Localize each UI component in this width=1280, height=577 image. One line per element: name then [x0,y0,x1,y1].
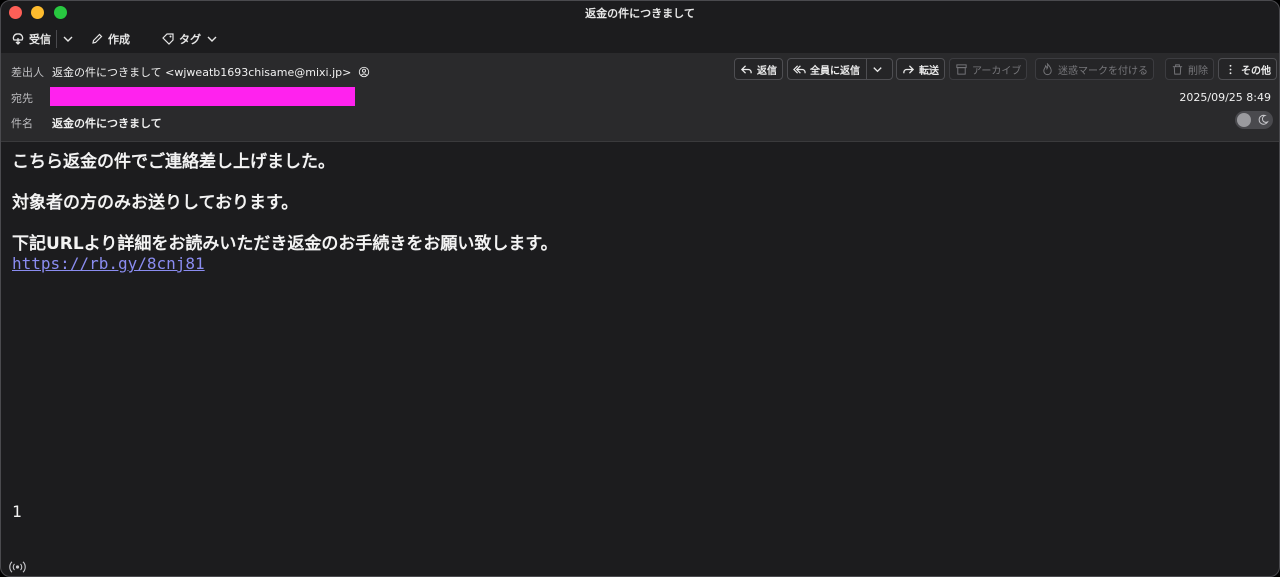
subject-label: 件名 [11,117,33,130]
activity-icon[interactable] [9,559,26,575]
toolbar-divider [56,30,57,48]
reply-all-label: 全員に返信 [810,65,860,77]
archive-label: アーカイブ [972,65,1022,77]
from-value[interactable]: 返金の件につきまして <wjweatb1693chisame@mixi.jp> [52,64,370,80]
tag-button[interactable]: タグ [161,28,219,50]
forward-button[interactable]: 転送 [896,58,945,80]
sender-address[interactable]: 返金の件につきまして <wjweatb1693chisame@mixi.jp> [52,66,351,79]
tag-label: タグ [179,33,201,46]
header-divider [1,141,1279,142]
chevron-down-icon[interactable] [871,63,884,76]
receive-button[interactable]: 受信 [11,28,51,50]
reply-all-divider [866,59,867,79]
compose-button[interactable]: 作成 [90,28,130,50]
compose-label: 作成 [108,33,130,46]
reply-icon [740,64,752,74]
body-line-3: 下記URLより詳細をお読みいただき返金のお手続きをお願い致します。 [12,234,558,254]
redacted-recipient [50,87,355,106]
window-title: 返金の件につきまして [585,7,695,20]
archive-icon [956,63,967,75]
body-line-1: こちら返金の件でご連絡差し上げました。 [12,152,335,172]
toolbar: 受信 作成 タグ [1,26,1279,52]
junk-label: 迷惑マークを付ける [1058,65,1148,77]
tag-icon [162,33,174,45]
message-body: こちら返金の件でご連絡差し上げました。 対象者の方のみお送りしております。 下記… [12,151,1259,273]
from-label: 差出人 [11,66,44,79]
reply-button[interactable]: 返信 [734,58,783,80]
receive-menu-button[interactable] [61,28,75,50]
archive-button[interactable]: アーカイブ [949,58,1028,80]
reply-all-icon [793,64,806,74]
moon-icon [1258,114,1269,125]
mail-window: 返金の件につきまして 受信 作成 タグ 差出人 返金の件につきまして <wjwe… [0,0,1280,577]
chevron-down-icon [207,36,217,42]
flame-icon [1043,62,1052,75]
forward-icon [903,64,915,74]
trash-icon [1172,63,1183,75]
receive-label: 受信 [29,33,51,46]
message-header: 差出人 返金の件につきまして <wjweatb1693chisame@mixi.… [1,53,1279,141]
dark-mode-toggle[interactable] [1235,111,1273,129]
reply-label: 返信 [757,65,777,77]
more-icon [1229,64,1232,74]
subject-value: 返金の件につきまして [52,117,162,130]
title-bar: 返金の件につきまして [1,1,1279,25]
footer-number: 1 [12,502,22,521]
to-label: 宛先 [11,92,33,105]
forward-label: 転送 [919,65,939,77]
message-date: 2025/09/25 8:49 [1179,91,1271,104]
body-line-2: 対象者の方のみお送りしております。 [12,193,299,213]
reply-all-button[interactable]: 全員に返信 [787,58,893,80]
toggle-knob [1237,113,1251,127]
body-link[interactable]: https://rb.gy/8cnj81 [12,255,1259,273]
receive-icon [12,33,24,45]
contact-icon[interactable] [358,66,370,78]
pencil-icon [92,33,103,44]
more-label: その他 [1241,65,1271,77]
delete-label: 削除 [1188,65,1208,77]
delete-button[interactable]: 削除 [1165,58,1214,80]
junk-button[interactable]: 迷惑マークを付ける [1035,58,1154,80]
more-button[interactable]: その他 [1218,58,1277,80]
chevron-down-icon [63,36,73,42]
